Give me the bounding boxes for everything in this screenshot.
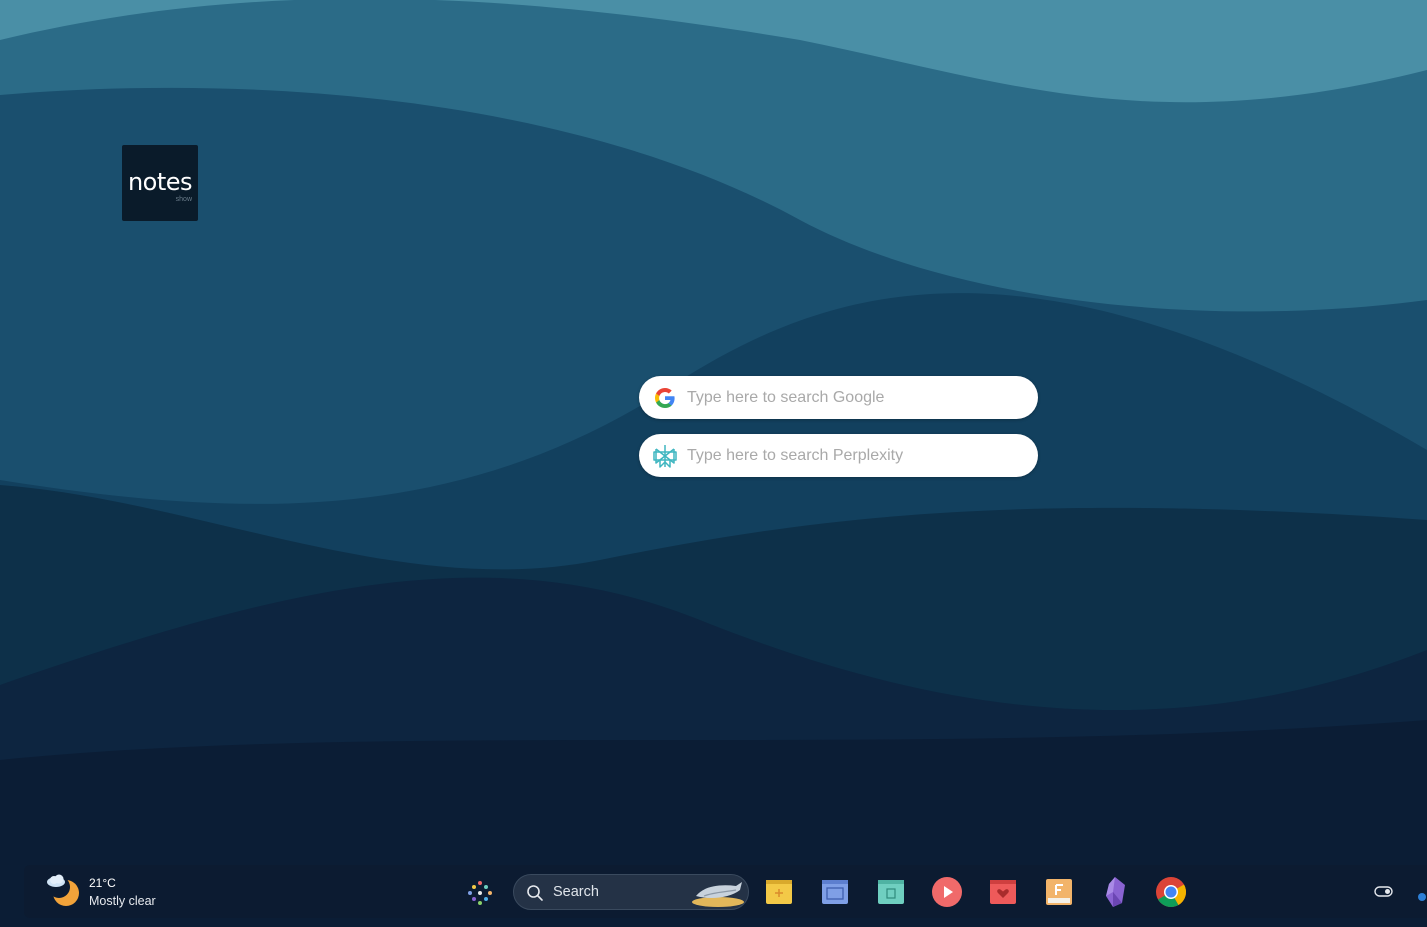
taskbar-search-label: Search xyxy=(553,884,599,900)
weather-condition: Mostly clear xyxy=(89,894,156,908)
chrome-icon xyxy=(1156,877,1187,908)
media-player-icon xyxy=(932,877,962,907)
notes-shortcut-title: notes xyxy=(127,168,193,196)
weather-widget[interactable]: 21°C Mostly clear xyxy=(46,873,206,911)
favorites-app-icon xyxy=(990,880,1016,904)
taskbar-app-window[interactable] xyxy=(819,876,851,908)
search-icon xyxy=(527,885,543,901)
sticky-notes-icon xyxy=(766,880,792,904)
google-icon xyxy=(651,384,679,412)
toggle-icon[interactable] xyxy=(1374,885,1394,899)
partly-cloudy-night-icon xyxy=(47,874,79,906)
taskbar-app-sticky-notes[interactable] xyxy=(763,876,795,908)
notes-shortcut-subtitle: show xyxy=(175,196,192,203)
calendar-app-icon xyxy=(878,880,904,904)
taskbar-app-obsidian[interactable] xyxy=(1099,876,1131,908)
weather-temperature: 21°C xyxy=(89,876,116,890)
notes-f-app-icon xyxy=(1046,879,1072,905)
google-search-input[interactable] xyxy=(687,388,1007,407)
notification-dot xyxy=(1418,893,1426,901)
perplexity-search-widget[interactable] xyxy=(639,434,1038,477)
perplexity-search-input[interactable] xyxy=(687,446,1007,465)
search-highlight-icon xyxy=(692,882,744,907)
obsidian-icon xyxy=(1106,877,1125,907)
taskbar-app-media-player[interactable] xyxy=(931,876,963,908)
window-app-icon xyxy=(822,880,848,904)
start-button[interactable] xyxy=(461,874,499,912)
taskbar-app-chrome[interactable] xyxy=(1155,876,1187,908)
taskbar: 21°C Mostly clear Search xyxy=(24,865,1427,918)
notes-desktop-shortcut[interactable]: notes show xyxy=(122,145,198,221)
start-dots-icon xyxy=(468,881,492,905)
perplexity-icon xyxy=(651,442,679,470)
taskbar-app-calendar[interactable] xyxy=(875,876,907,908)
taskbar-app-notes-f[interactable] xyxy=(1043,876,1075,908)
taskbar-search-box[interactable]: Search xyxy=(513,874,749,910)
taskbar-app-favorites[interactable] xyxy=(987,876,1019,908)
google-search-widget[interactable] xyxy=(639,376,1038,419)
